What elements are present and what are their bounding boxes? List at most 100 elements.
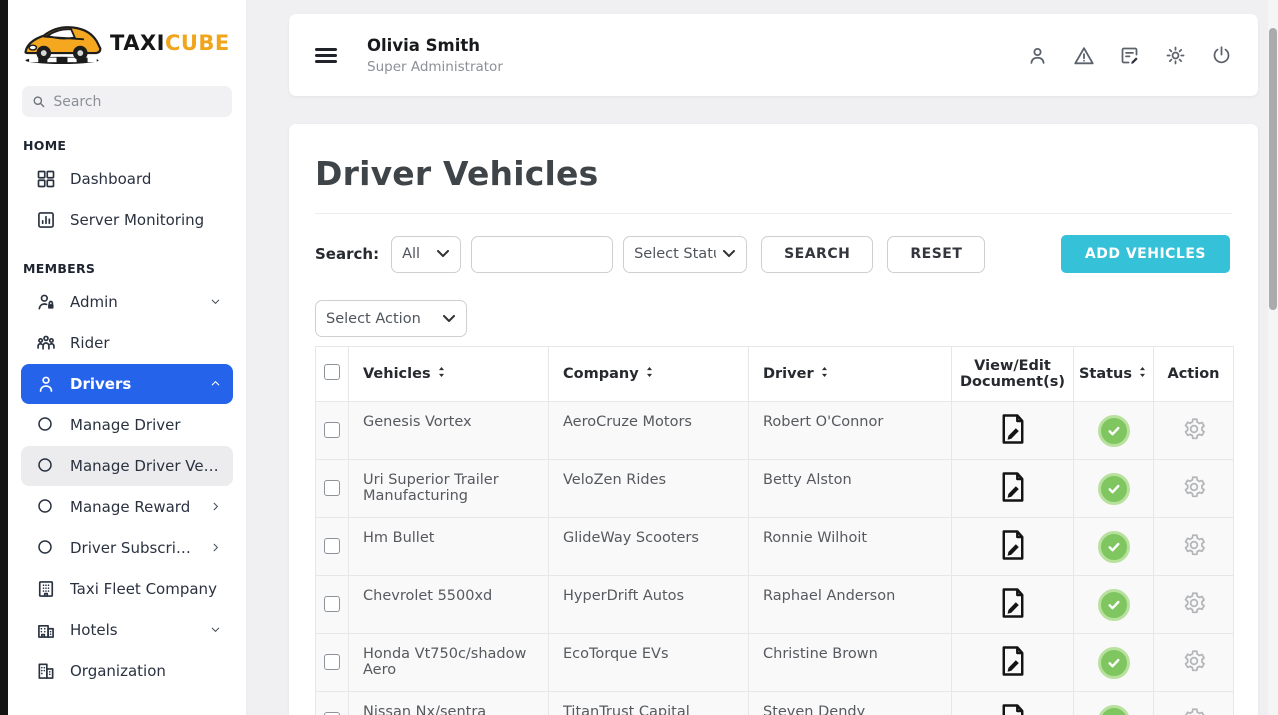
row-checkbox[interactable] xyxy=(324,595,340,612)
vehicle-cell: Nissan Nx/sentra xyxy=(348,691,549,715)
user-name: Olivia Smith xyxy=(367,35,480,55)
sidebar-item-dashboard[interactable]: Dashboard xyxy=(21,159,233,199)
view-edit-document-icon[interactable] xyxy=(998,471,1028,503)
sidebar-item-server-monitoring[interactable]: Server Monitoring xyxy=(21,200,233,240)
chevron-down-icon xyxy=(209,623,223,637)
search-input[interactable] xyxy=(53,93,222,110)
sidebar-item-rider[interactable]: Rider xyxy=(21,323,233,363)
column-label: Status xyxy=(1078,366,1133,382)
driver-cell: Robert O'Connor xyxy=(748,401,952,460)
row-checkbox[interactable] xyxy=(324,421,340,438)
row-checkbox[interactable] xyxy=(324,653,340,670)
window-scrollbar-track[interactable] xyxy=(1268,0,1278,715)
row-checkbox[interactable] xyxy=(324,479,340,496)
sort-icon[interactable] xyxy=(819,365,830,383)
alert-icon[interactable] xyxy=(1073,45,1094,66)
row-settings-icon[interactable] xyxy=(1181,474,1207,500)
status-active-icon[interactable] xyxy=(1097,472,1130,505)
status-active-icon[interactable] xyxy=(1097,414,1130,447)
sort-icon[interactable] xyxy=(436,365,447,383)
view-edit-document-icon[interactable] xyxy=(998,703,1028,715)
search-button[interactable]: SEARCH xyxy=(761,235,874,273)
edit-note-icon[interactable] xyxy=(1119,45,1140,66)
vehicle-cell: Genesis Vortex xyxy=(348,401,549,460)
sidebar-nav: HOME Dashboard Server Monitoring MEMBERS… xyxy=(8,134,246,691)
view-edit-document-icon[interactable] xyxy=(998,413,1028,445)
sidebar-item-admin[interactable]: Admin xyxy=(21,282,233,322)
category-select[interactable]: All xyxy=(391,235,462,273)
sidebar-item-manage-driver-vehicles[interactable]: Manage Driver Vehicles xyxy=(21,446,233,486)
keyword-input[interactable] xyxy=(471,235,614,273)
sidebar-item-drivers[interactable]: Drivers xyxy=(21,364,233,404)
table-row: Nissan Nx/sentra TitanTrust Capital Stev… xyxy=(315,691,1234,715)
menu-toggle-icon[interactable] xyxy=(315,45,337,66)
table-row: Uri Superior Trailer Manufacturing VeloZ… xyxy=(315,459,1234,518)
circle-icon xyxy=(36,415,56,435)
settings-icon[interactable] xyxy=(1165,45,1186,66)
sidebar-item-manage-driver[interactable]: Manage Driver xyxy=(21,405,233,445)
user-icon[interactable] xyxy=(1027,45,1048,66)
view-edit-document-icon[interactable] xyxy=(998,529,1028,561)
status-active-icon[interactable] xyxy=(1097,704,1130,715)
status-active-icon[interactable] xyxy=(1097,646,1130,679)
section-label-members: MEMBERS xyxy=(23,260,96,276)
dashboard-icon xyxy=(36,169,56,189)
driver-icon xyxy=(36,374,56,394)
driver-cell: Ronnie Wilhoit xyxy=(748,517,952,576)
select-all-checkbox[interactable] xyxy=(324,364,340,380)
table-body: Genesis Vortex AeroCruze Motors Robert O… xyxy=(315,401,1234,715)
row-settings-icon[interactable] xyxy=(1181,706,1207,715)
row-checkbox[interactable] xyxy=(324,537,340,554)
column-header-vehicles[interactable]: Vehicles xyxy=(348,346,549,402)
company-cell: EcoTorque EVs xyxy=(548,633,749,692)
column-header-company[interactable]: Company xyxy=(548,346,749,402)
company-cell: VeloZen Rides xyxy=(548,459,749,518)
column-header-checkbox xyxy=(315,346,349,402)
sidebar-item-driver-subscription[interactable]: Driver Subscription xyxy=(21,528,233,568)
brand-logo[interactable]: TAXICUBE xyxy=(8,14,246,72)
company-cell: GlideWay Scooters xyxy=(548,517,749,576)
sidebar-item-label: Server Monitoring xyxy=(70,211,205,229)
content-card: Driver Vehicles Search: All Select Statu… xyxy=(289,124,1258,715)
vehicles-table: Vehicles Company Driver View/Edit Document(… xyxy=(315,346,1234,715)
sort-icon[interactable] xyxy=(1137,365,1148,383)
sidebar-item-taxi-fleet-company[interactable]: Taxi Fleet Company xyxy=(21,569,233,609)
status-active-icon[interactable] xyxy=(1097,588,1130,621)
reset-button[interactable]: RESET xyxy=(887,235,986,273)
row-settings-icon[interactable] xyxy=(1181,532,1207,558)
column-label: View/Edit Document(s) xyxy=(960,358,1065,390)
status-select[interactable]: Select Status xyxy=(623,235,748,273)
window-scrollbar-thumb[interactable] xyxy=(1269,28,1277,310)
column-header-driver[interactable]: Driver xyxy=(748,346,952,402)
row-settings-icon[interactable] xyxy=(1181,590,1207,616)
sort-icon[interactable] xyxy=(644,365,655,383)
sidebar-item-organization[interactable]: Organization xyxy=(21,651,233,691)
sidebar-item-manage-reward[interactable]: Manage Reward xyxy=(21,487,233,527)
view-edit-document-icon[interactable] xyxy=(998,645,1028,677)
table-row: Honda Vt750c/shadow Aero EcoTorque EVs C… xyxy=(315,633,1234,692)
sidebar-item-label: Organization xyxy=(70,662,166,680)
column-header-status[interactable]: Status xyxy=(1073,346,1154,402)
driver-cell: Raphael Anderson xyxy=(748,575,952,634)
row-settings-icon[interactable] xyxy=(1181,416,1207,442)
table-row: Genesis Vortex AeroCruze Motors Robert O… xyxy=(315,401,1234,460)
sidebar-search[interactable] xyxy=(22,86,232,117)
hotel-icon xyxy=(36,620,56,640)
chevron-down-icon xyxy=(209,295,223,309)
bulk-action-select[interactable]: Select Action xyxy=(315,300,467,337)
sidebar-item-hotels[interactable]: Hotels xyxy=(21,610,233,650)
admin-icon xyxy=(36,292,56,312)
vehicle-cell: Uri Superior Trailer Manufacturing xyxy=(348,459,549,518)
row-checkbox[interactable] xyxy=(324,711,340,715)
user-block[interactable]: Olivia Smith Super Administrator xyxy=(367,36,503,75)
add-vehicles-button[interactable]: ADD VEHICLES xyxy=(1060,235,1230,273)
row-settings-icon[interactable] xyxy=(1181,648,1207,674)
sidebar-item-label: Drivers xyxy=(70,375,132,393)
header-icons xyxy=(1027,45,1232,66)
divider xyxy=(315,213,1232,214)
status-active-icon[interactable] xyxy=(1097,530,1130,563)
chevron-up-icon xyxy=(209,377,223,391)
sidebar-item-label: Admin xyxy=(70,293,118,311)
power-icon[interactable] xyxy=(1211,45,1232,66)
view-edit-document-icon[interactable] xyxy=(998,587,1028,619)
